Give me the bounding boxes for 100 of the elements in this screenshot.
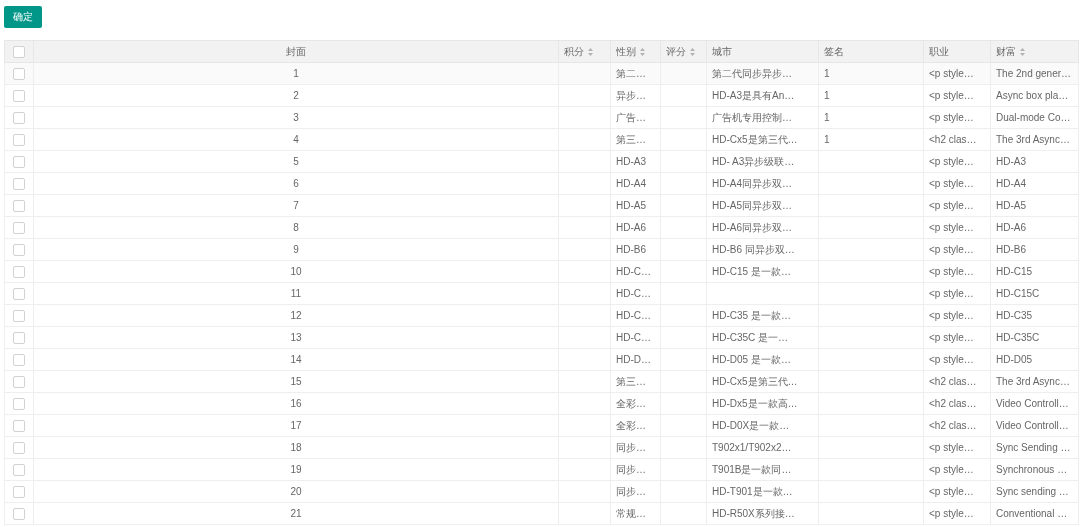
row-checkbox[interactable] [13, 463, 25, 476]
table-cell: 全彩… [616, 419, 646, 431]
table-cell: 9 [293, 244, 299, 255]
table-cell: HD-Cx5是第三代… [712, 375, 798, 387]
row-checkbox[interactable] [13, 331, 25, 344]
row-checkbox[interactable] [13, 265, 25, 278]
table-cell: 7 [293, 200, 299, 211]
row-checkbox[interactable] [13, 243, 25, 256]
table-cell: <p style… [929, 90, 974, 101]
table-cell: <p style… [929, 68, 974, 79]
row-checkbox[interactable] [13, 89, 25, 102]
table-cell: <p style… [929, 112, 974, 123]
table-cell: 1 [824, 112, 830, 123]
row-checkbox[interactable] [13, 397, 25, 410]
table-cell: 同步… [616, 463, 646, 475]
table-cell: HD-A3 [996, 156, 1026, 167]
table-cell: HD-T901是一款… [712, 485, 793, 497]
table-cell: T901B是一款同… [712, 463, 792, 475]
table-cell: 15 [290, 376, 302, 387]
sort-icon[interactable] [1020, 47, 1025, 56]
row-checkbox[interactable] [13, 177, 25, 190]
row-checkbox[interactable] [13, 287, 25, 300]
table-cell: HD-Cx5是第三代… [712, 133, 798, 145]
table-cell: <p style… [929, 222, 974, 233]
table-cell: HD-A6 [616, 222, 646, 233]
table-cell: HD-C… [616, 288, 651, 299]
table-cell: 4 [293, 134, 299, 145]
sort-icon[interactable] [690, 47, 695, 56]
table-cell: The 3rd Async… [996, 134, 1070, 145]
table-cell: HD-C35 是一款… [712, 309, 791, 321]
row-checkbox[interactable] [13, 309, 25, 322]
table-cell: 广告机专用控制… [712, 111, 792, 123]
table-cell: <p style… [929, 156, 974, 167]
table-cell: 19 [290, 464, 302, 475]
table-cell: <p style… [929, 354, 974, 365]
table-cell: <p style… [929, 508, 974, 519]
table-cell: HD-A3 [616, 156, 646, 167]
table-cell: Sync Sending … [996, 442, 1071, 453]
row-checkbox[interactable] [13, 133, 25, 146]
table-cell: 第二… [616, 67, 646, 79]
table-cell: 1 [293, 68, 299, 79]
row-checkbox[interactable] [13, 375, 25, 388]
table-cell: 14 [290, 354, 302, 365]
row-checkbox[interactable] [13, 199, 25, 212]
table-cell: 16 [290, 398, 302, 409]
table-cell: 全彩… [616, 397, 646, 409]
sort-icon[interactable] [640, 47, 645, 56]
table-cell: <p style… [929, 332, 974, 343]
table-cell: 同步… [616, 485, 646, 497]
table-cell: Dual-mode Co… [996, 112, 1071, 123]
table-cell: Video Controll… [996, 420, 1069, 431]
table-cell: HD-A3是具有An… [712, 89, 795, 101]
table-cell: Async box pla… [996, 90, 1069, 101]
row-checkbox[interactable] [13, 67, 25, 80]
table-cell: HD-Dx5是一款高… [712, 397, 798, 409]
table-cell: 20 [290, 486, 302, 497]
table-cell: <h2 clas… [929, 398, 977, 409]
table-cell: 常规… [616, 507, 646, 519]
table-cell: 1 [824, 134, 830, 145]
row-checkbox[interactable] [13, 441, 25, 454]
table-cell: 12 [290, 310, 302, 321]
table-cell: <p style… [929, 244, 974, 255]
table-cell: HD-D05 [996, 354, 1033, 365]
sort-icon[interactable] [588, 47, 593, 56]
table-cell: <p style… [929, 442, 974, 453]
table-cell: HD-C35C [996, 332, 1040, 343]
table-cell: <p style… [929, 464, 974, 475]
table-cell: 3 [293, 112, 299, 123]
table-cell: HD-C35C 是一… [712, 331, 789, 343]
table-cell: HD-A4 [996, 178, 1026, 189]
row-checkbox[interactable] [13, 485, 25, 498]
table-cell: <p style… [929, 310, 974, 321]
row-checkbox[interactable] [13, 111, 25, 124]
table-cell: 2 [293, 90, 299, 101]
table-cell: 17 [290, 420, 302, 431]
table-cell: HD-D… [616, 354, 651, 365]
row-checkbox[interactable] [13, 221, 25, 234]
table-cell: HD-C… [616, 332, 651, 343]
confirm-button[interactable]: 确定 [4, 6, 42, 28]
table-cell: 异步… [616, 89, 646, 101]
row-checkbox[interactable] [13, 353, 25, 366]
row-checkbox[interactable] [13, 507, 25, 520]
table-cell: HD-C… [616, 266, 651, 277]
table-cell: 第二代同步异步… [712, 67, 792, 79]
table-cell: HD-C15 [996, 266, 1033, 277]
table-cell: 1 [824, 90, 830, 101]
table-cell: HD-B6 [616, 244, 646, 255]
table-cell: 同步… [616, 441, 646, 453]
table-cell: T902x1/T902x2… [712, 442, 792, 453]
table-cell: HD-A6 [996, 222, 1026, 233]
row-checkbox[interactable] [13, 155, 25, 168]
table-cell: Sync sending … [996, 486, 1069, 497]
table-cell: HD-D05 是一款… [712, 353, 791, 365]
table-cell: HD-A6同异步双… [712, 221, 792, 233]
table-cell: Video Controll… [996, 398, 1069, 409]
table-cell: HD-B6 [996, 244, 1026, 255]
row-checkbox[interactable] [13, 419, 25, 432]
table-cell: HD-R50X系列接… [712, 507, 795, 519]
select-all-checkbox[interactable] [13, 45, 25, 58]
column-header[interactable]: 财富 [996, 44, 1016, 59]
